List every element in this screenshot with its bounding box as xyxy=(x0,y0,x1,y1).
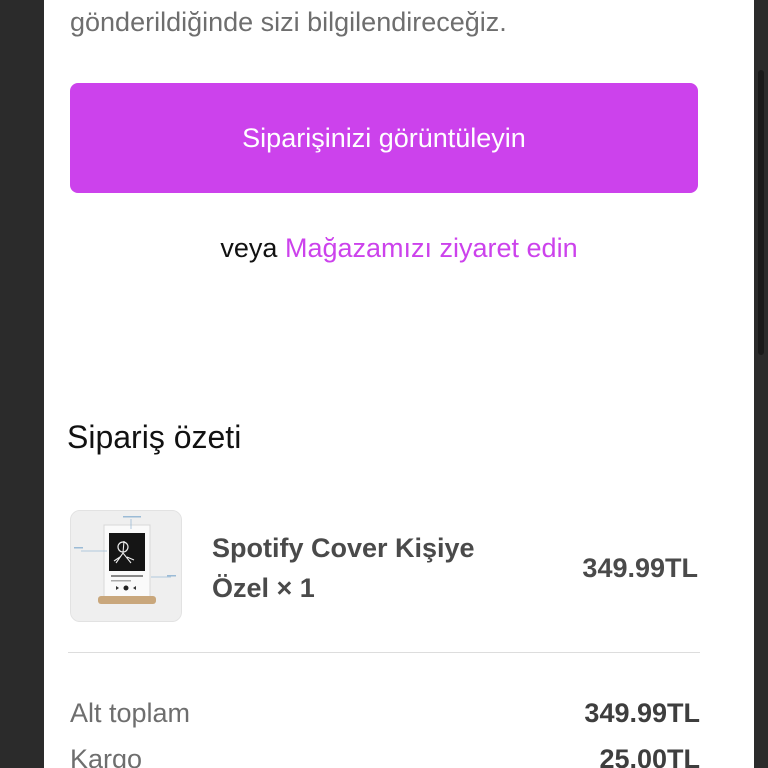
product-thumbnail xyxy=(70,510,182,622)
view-order-button[interactable]: Siparişinizi görüntüleyin xyxy=(70,83,698,193)
order-item-row: Spotify Cover Kişiye Özel × 1 349.99TL xyxy=(68,510,708,622)
order-confirmation-page: gönderildiğinde sizi bilgilendireceğiz. … xyxy=(44,0,754,768)
shipping-row: Kargo 25.00TL xyxy=(70,744,700,768)
subtotal-row: Alt toplam 349.99TL xyxy=(70,698,700,738)
order-summary-title: Sipariş özeti xyxy=(67,419,242,455)
shipping-value: 25.00TL xyxy=(599,744,700,768)
product-name: Spotify Cover Kişiye Özel × 1 xyxy=(212,533,475,603)
shipping-label: Kargo xyxy=(70,744,143,768)
alternative-action-line: veya Mağazamızı ziyaret edin xyxy=(44,228,754,268)
subtotal-value: 349.99TL xyxy=(584,698,700,728)
or-label: veya xyxy=(220,233,278,263)
visit-store-link[interactable]: Mağazamızı ziyaret edin xyxy=(285,233,578,263)
shipping-notice-text: gönderildiğinde sizi bilgilendireceğiz. xyxy=(70,7,507,37)
divider xyxy=(68,652,700,653)
page-scrollbar[interactable] xyxy=(758,70,764,355)
product-image-icon xyxy=(71,511,181,621)
subtotal-label: Alt toplam xyxy=(70,698,191,728)
product-price: 349.99TL xyxy=(582,553,698,583)
